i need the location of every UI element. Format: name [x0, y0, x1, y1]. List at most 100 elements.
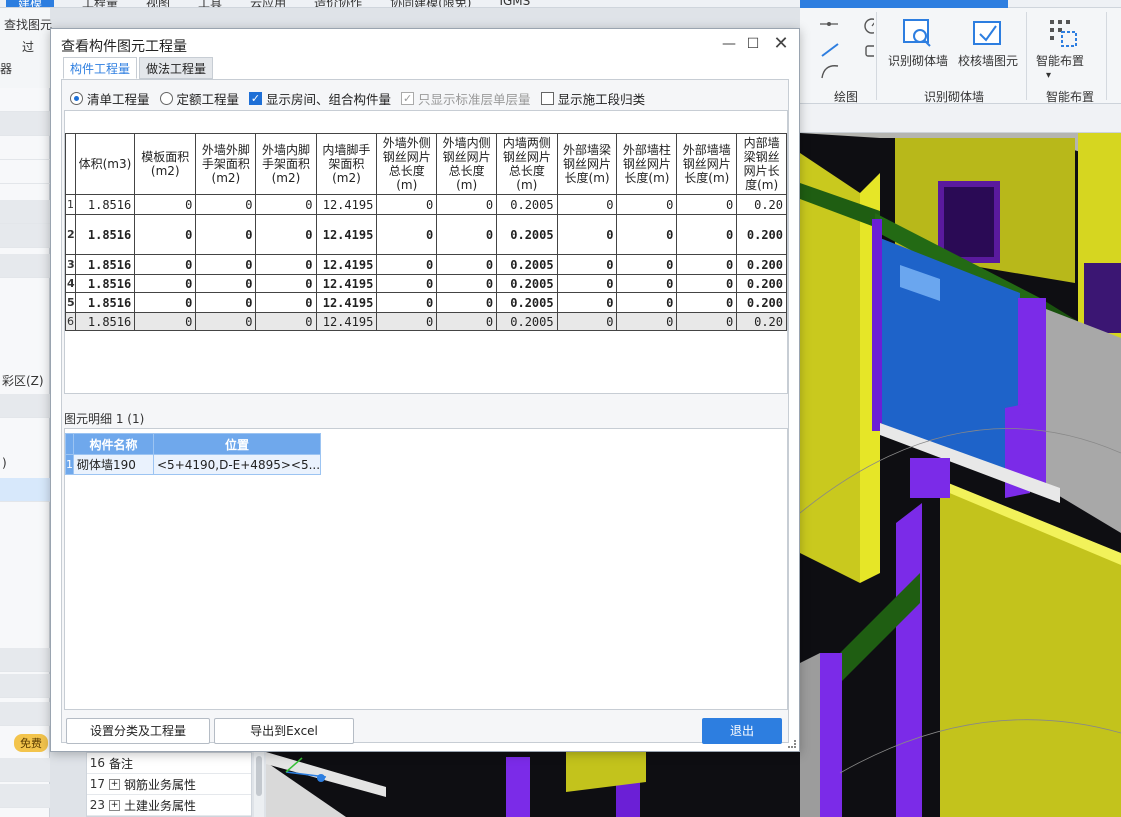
- column-header[interactable]: 外墙内侧钢丝网片总长度(m): [436, 133, 498, 195]
- 3d-viewport-lower[interactable]: [266, 752, 800, 817]
- filter-button[interactable]: 过: [22, 38, 34, 55]
- checkbox-icon[interactable]: [540, 91, 554, 105]
- detail-header-name[interactable]: 构件名称: [73, 433, 154, 455]
- table-cell[interactable]: 0: [436, 312, 498, 331]
- table-cell[interactable]: 0: [436, 254, 498, 275]
- table-cell[interactable]: 0.20: [736, 194, 787, 215]
- table-row[interactable]: 5 1.8516 0 0 0 12.4195 0 0 0.2005 0 0 0 0.200: [65, 292, 787, 313]
- table-cell[interactable]: 0: [134, 312, 197, 331]
- table-cell[interactable]: 1.8516: [74, 254, 136, 275]
- left-panel-item-region[interactable]: 彩区(Z): [2, 372, 44, 389]
- ribbon-tab[interactable]: 工具: [198, 0, 222, 7]
- ribbon-tab[interactable]: 造价协作: [314, 0, 362, 7]
- ribbon-tab[interactable]: IGMS: [499, 0, 530, 7]
- expand-icon[interactable]: +: [109, 778, 120, 790]
- detail-row[interactable]: 1 砌体墙190 <5+4190,D-E+4895><5...: [65, 454, 322, 475]
- table-cell[interactable]: 1.8516: [74, 194, 136, 215]
- table-cell[interactable]: 0: [556, 292, 618, 313]
- property-row-rebar[interactable]: 17 + 钢筋业务属性: [87, 774, 251, 795]
- left-panel-selected-row[interactable]: [0, 478, 50, 502]
- table-cell[interactable]: 0: [134, 292, 197, 313]
- table-cell[interactable]: 0: [676, 214, 738, 255]
- table-cell[interactable]: 0: [676, 274, 738, 293]
- table-cell[interactable]: 0.2005: [496, 254, 558, 275]
- table-cell[interactable]: 12.4195: [315, 254, 378, 275]
- table-cell[interactable]: 12.4195: [315, 194, 378, 215]
- table-row[interactable]: 4 1.8516 0 0 0 12.4195 0 0 0.2005 0 0 0 0.200: [65, 274, 787, 293]
- table-cell[interactable]: 0: [616, 214, 678, 255]
- table-cell[interactable]: 0: [556, 274, 618, 293]
- table-cell[interactable]: 12.4195: [315, 214, 378, 255]
- tab-component-quantity[interactable]: 构件工程量: [63, 57, 138, 79]
- table-cell[interactable]: 0.200: [736, 254, 787, 275]
- draw-tools-icon[interactable]: [814, 14, 874, 80]
- table-cell[interactable]: 0.20: [736, 312, 787, 331]
- detail-position[interactable]: <5+4190,D-E+4895><5...: [152, 454, 322, 475]
- table-cell[interactable]: 0: [255, 292, 317, 313]
- table-cell[interactable]: 0: [676, 312, 738, 331]
- table-cell[interactable]: 0: [676, 194, 738, 215]
- table-cell[interactable]: 0: [556, 214, 618, 255]
- table-cell[interactable]: 0: [436, 214, 498, 255]
- table-cell[interactable]: 12.4195: [315, 312, 378, 331]
- table-row[interactable]: 2 1.8516 0 0 0 12.4195 0 0 0.2005 0 0 0 0.200: [65, 214, 787, 255]
- table-cell[interactable]: 0: [556, 254, 618, 275]
- checkbox-disabled-icon[interactable]: ✓: [401, 91, 415, 105]
- only-std-floor-checkbox[interactable]: ✓ 只显示标准层单层量: [401, 89, 531, 108]
- settings-button[interactable]: 设置分类及工程量: [66, 718, 210, 744]
- table-cell[interactable]: 0: [134, 254, 197, 275]
- detail-header-position[interactable]: 位置: [152, 433, 322, 455]
- close-button[interactable]: ✕: [771, 34, 791, 54]
- smart-layout-button[interactable]: 智能布置: [1036, 52, 1084, 69]
- table-cell[interactable]: 0: [255, 254, 317, 275]
- table-cell[interactable]: 0: [195, 312, 257, 331]
- find-element-button[interactable]: 查找图元: [4, 16, 52, 33]
- table-cell[interactable]: 0: [255, 312, 317, 331]
- column-header[interactable]: 模板面积(m2): [134, 133, 197, 195]
- table-cell[interactable]: 0.2005: [496, 274, 558, 293]
- ribbon-tab[interactable]: 工程量: [82, 0, 118, 7]
- detail-component-name[interactable]: 砌体墙190: [73, 454, 154, 475]
- table-cell[interactable]: 0.2005: [496, 214, 558, 255]
- table-cell[interactable]: 0.2005: [496, 312, 558, 331]
- table-cell[interactable]: 0: [255, 214, 317, 255]
- table-cell[interactable]: 0: [376, 194, 438, 215]
- table-row[interactable]: 1 1.8516 0 0 0 12.4195 0 0 0.2005 0 0 0 0.20: [65, 194, 787, 215]
- maximize-button[interactable]: ☐: [743, 34, 763, 54]
- table-cell[interactable]: 0.2005: [496, 194, 558, 215]
- check-wall-button[interactable]: 校核墙图元: [958, 52, 1018, 69]
- column-header[interactable]: 内部墙梁钢丝网片长度(m): [736, 133, 787, 195]
- table-cell[interactable]: 0: [376, 312, 438, 331]
- property-scrollbar[interactable]: [254, 752, 264, 817]
- chevron-down-icon[interactable]: ▾: [1046, 70, 1051, 81]
- smart-layout-icon[interactable]: [1044, 14, 1080, 50]
- column-header[interactable]: 外部墙柱钢丝网片长度(m): [616, 133, 678, 195]
- bill-qty-radio[interactable]: 清单工程量: [70, 89, 150, 108]
- column-header[interactable]: 外部墙梁钢丝网片长度(m): [556, 133, 618, 195]
- table-cell[interactable]: 0: [436, 194, 498, 215]
- free-badge[interactable]: 免费: [14, 734, 48, 752]
- table-cell[interactable]: 0: [195, 292, 257, 313]
- exit-button[interactable]: 退出: [702, 718, 782, 744]
- column-header[interactable]: 内墙两侧钢丝网片总长度(m): [496, 133, 558, 195]
- ribbon-tab[interactable]: 建模: [6, 0, 55, 7]
- column-header[interactable]: 外墙外侧钢丝网片总长度(m): [376, 133, 438, 195]
- table-cell[interactable]: 12.4195: [315, 274, 378, 293]
- table-cell[interactable]: 0: [134, 214, 197, 255]
- tab-method-quantity[interactable]: 做法工程量: [139, 57, 214, 79]
- table-cell[interactable]: 1.8516: [74, 214, 136, 255]
- column-header[interactable]: 外墙内脚手架面积(m2): [255, 133, 317, 195]
- identify-wall-icon[interactable]: [900, 16, 936, 50]
- table-cell[interactable]: 0: [676, 254, 738, 275]
- quota-qty-radio[interactable]: 定额工程量: [159, 89, 239, 108]
- 3d-viewport[interactable]: [800, 133, 1121, 817]
- table-cell[interactable]: 0: [616, 254, 678, 275]
- table-cell[interactable]: 0: [195, 274, 257, 293]
- column-header[interactable]: 外墙外脚手架面积(m2): [195, 133, 257, 195]
- resize-grip-icon[interactable]: [788, 740, 796, 748]
- ribbon-tab[interactable]: 云应用: [250, 0, 286, 7]
- table-cell[interactable]: 0: [195, 254, 257, 275]
- column-header[interactable]: 外部墙墙钢丝网片长度(m): [676, 133, 738, 195]
- table-row[interactable]: 3 1.8516 0 0 0 12.4195 0 0 0.2005 0 0 0 0.200: [65, 254, 787, 275]
- identify-wall-button[interactable]: 识别砌体墙: [888, 52, 948, 69]
